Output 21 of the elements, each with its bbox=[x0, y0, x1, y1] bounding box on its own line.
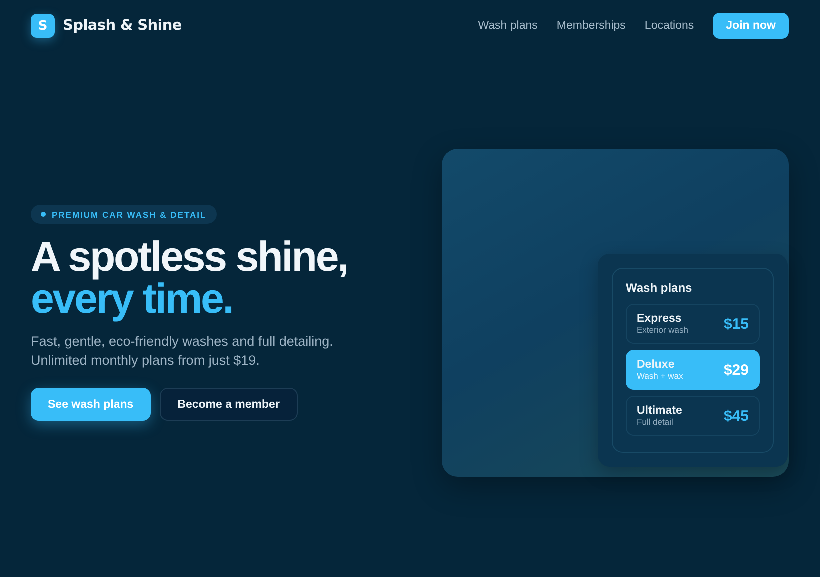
plan-price: $29 bbox=[724, 362, 749, 378]
plan-option[interactable]: Express Exterior wash $15 bbox=[626, 304, 760, 344]
nav-link[interactable]: Wash plans bbox=[478, 20, 538, 32]
headline: A spotless shine, bbox=[31, 236, 348, 278]
plan-option[interactable]: Ultimate Full detail $45 bbox=[626, 396, 760, 436]
card-title: Wash plans bbox=[626, 281, 694, 295]
plan-price: $15 bbox=[724, 316, 749, 332]
member-button[interactable]: Become a member bbox=[160, 388, 298, 421]
nav-link[interactable]: Locations bbox=[644, 20, 694, 32]
plan-detail: Full detail bbox=[637, 417, 674, 427]
plan-name: Deluxe bbox=[637, 359, 676, 371]
hero-subtitle: Fast, gentle, eco-friendly washes and full detailing. Unlimited monthly plans from just $19. bbox=[31, 333, 334, 370]
brand-name: Splash & Shine bbox=[63, 18, 182, 34]
plan-price: $45 bbox=[724, 408, 749, 424]
plan-name: Express bbox=[637, 313, 683, 325]
plan-name: Ultimate bbox=[637, 405, 682, 417]
plan-detail: Exterior wash bbox=[637, 325, 688, 335]
nav-link[interactable]: Memberships bbox=[556, 20, 626, 32]
logo-icon: S bbox=[31, 14, 55, 38]
plan-detail: Wash + wax bbox=[637, 371, 684, 381]
tagline-badge: PREMIUM CAR WASH & DETAIL bbox=[31, 205, 217, 224]
